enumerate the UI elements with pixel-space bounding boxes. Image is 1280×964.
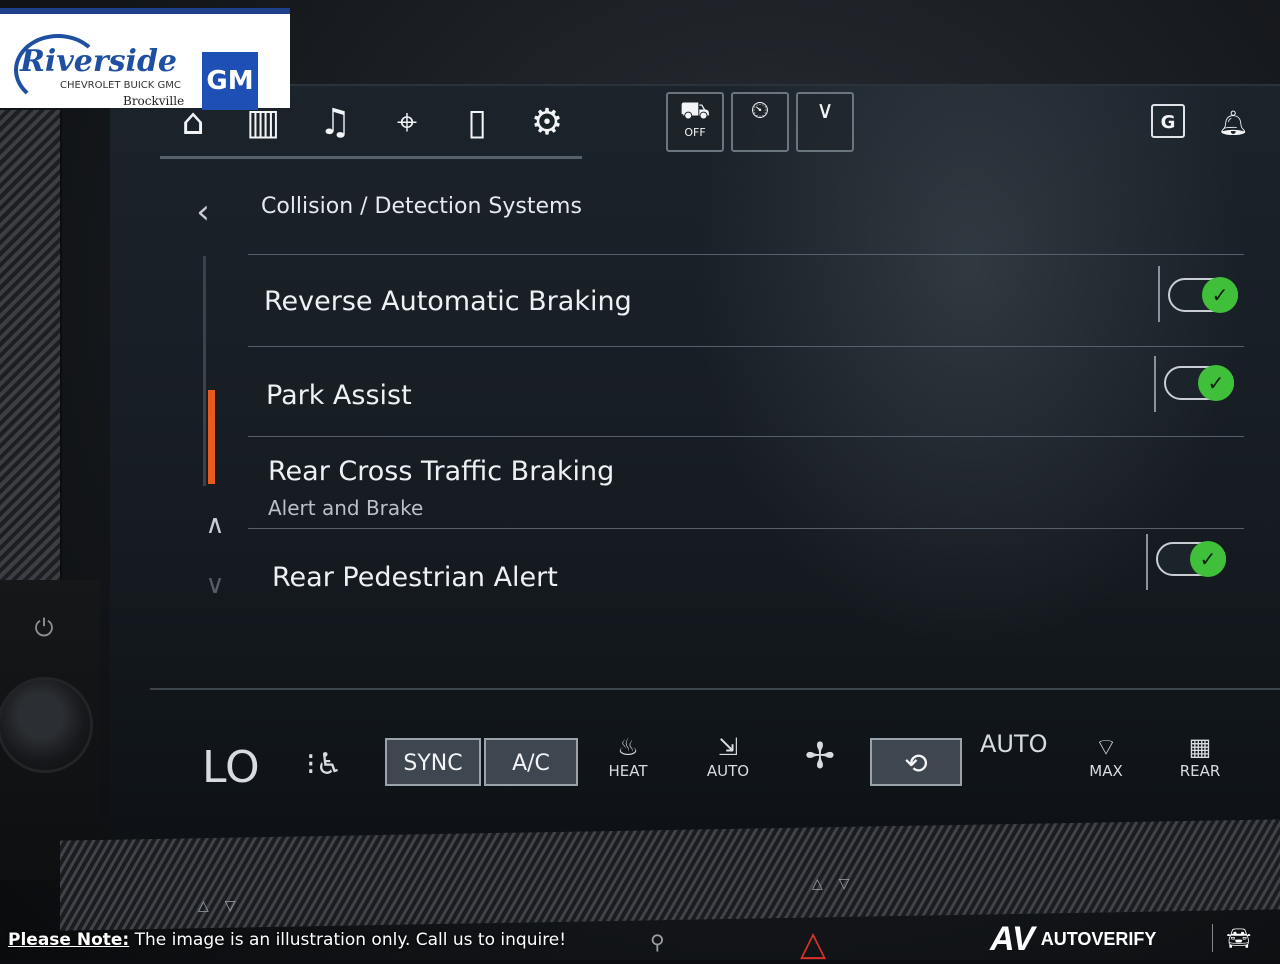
sync-button[interactable]: SYNC (385, 738, 481, 786)
climate-divider (150, 688, 1280, 690)
autoverify-logo: AV AUTOVERIFY (990, 920, 1156, 959)
checkmark-icon: ✓ (1202, 277, 1238, 313)
auto-airflow-icon: ⇲ (717, 733, 739, 761)
max-label: MAX (1089, 762, 1123, 780)
dealer-logo: Riverside CHEVROLET BUICK GMC Brockville… (0, 8, 290, 110)
profile-badge[interactable]: G (1151, 104, 1185, 138)
back-arrow-icon[interactable]: ‹ (186, 190, 220, 234)
traction-off-button[interactable]: ⛟ OFF (666, 92, 724, 152)
vent-arrows-icon[interactable]: △▽ (812, 876, 866, 892)
dealer-brands-line: CHEVROLET BUICK GMC (60, 80, 181, 91)
fan-icon[interactable]: ✢ (784, 732, 856, 790)
dealer-city: Brockville (123, 94, 185, 108)
setting-label: Park Assist (266, 380, 412, 411)
setting-row-rear-cross-traffic-braking[interactable]: Rear Cross Traffic Braking Alert and Bra… (248, 438, 1244, 528)
checkmark-icon: ✓ (1190, 541, 1226, 577)
traction-off-icon: ⛟ (679, 96, 711, 124)
heat-icon: ♨ (617, 733, 639, 761)
dealer-brand: Riverside (20, 44, 178, 79)
climate-auto-button[interactable]: AUTO (980, 730, 1048, 758)
dashboard-trim (0, 110, 62, 590)
disclaimer-note: Please Note: The image is an illustratio… (8, 930, 566, 950)
car-icon: 🚘︎ (1226, 926, 1252, 950)
setting-row-rear-pedestrian-alert[interactable]: Rear Pedestrian Alert (248, 530, 1244, 610)
autoverify-word: AUTOVERIFY (1040, 929, 1157, 949)
setting-label: Rear Pedestrian Alert (272, 562, 558, 593)
hazard-warning-icon[interactable]: △ (800, 924, 826, 964)
rear-defrost-icon: ▦ (1188, 733, 1212, 761)
traction-off-label: OFF (684, 126, 706, 139)
row-divider (248, 254, 1244, 255)
recirculation-icon: ⟲ (904, 747, 928, 780)
scroll-thumb[interactable] (208, 390, 215, 484)
toggle-separator (1146, 534, 1148, 590)
page-title: Collision / Detection Systems (261, 194, 582, 219)
row-divider (248, 436, 1244, 437)
setting-row-park-assist[interactable]: Park Assist (248, 348, 1244, 434)
seat-settings-icon[interactable]: ⁝♿︎ (306, 740, 366, 790)
setting-label: Reverse Automatic Braking (264, 286, 632, 317)
park-assist-toggle[interactable]: ✓ (1164, 365, 1234, 401)
auto-fan-button[interactable]: ⇲ AUTO (692, 732, 764, 790)
setting-row-reverse-automatic-braking[interactable]: Reverse Automatic Braking (248, 256, 1244, 346)
autoverify-mark: AV (990, 920, 1035, 958)
heat-label: HEAT (608, 762, 648, 780)
defrost-icon: ⌔ (1094, 733, 1118, 761)
toggle-separator (1158, 266, 1160, 322)
setting-sublabel: Alert and Brake (268, 496, 424, 520)
auto-fan-label: AUTO (706, 762, 750, 780)
chevron-down-icon: ∨ (816, 96, 834, 124)
seatbelt-icon: ⚲ (650, 930, 665, 954)
vent-arrows-icon[interactable]: △▽ (198, 898, 252, 914)
volume-knob[interactable] (0, 680, 90, 770)
quick-menu-expand-button[interactable]: ∨ (796, 92, 854, 152)
vehicle-history-icon: ⏲ (750, 96, 770, 124)
phone-icon[interactable]: ▯ (452, 98, 502, 148)
setting-label: Rear Cross Traffic Braking (268, 456, 615, 487)
recirculation-button[interactable]: ⟲ (870, 738, 962, 786)
row-divider (248, 528, 1244, 529)
scroll-track[interactable] (203, 256, 206, 486)
music-note-icon[interactable]: ♫ (310, 98, 360, 148)
bell-icon[interactable]: 🔔︎ (1216, 106, 1250, 140)
ac-button[interactable]: A/C (484, 738, 578, 786)
note-text: The image is an illustration only. Call … (129, 930, 567, 950)
footer-separator (1212, 924, 1213, 952)
power-icon[interactable]: ⏻ (30, 614, 58, 642)
rear-pedestrian-alert-toggle[interactable]: ✓ (1156, 541, 1226, 577)
map-pin-icon[interactable]: ⌖ (382, 98, 432, 148)
scroll-up-icon[interactable]: ∧ (198, 510, 232, 540)
rear-label: REAR (1179, 762, 1221, 780)
reverse-automatic-braking-toggle[interactable]: ✓ (1168, 277, 1238, 313)
vehicle-history-button[interactable]: ⏲ (731, 92, 789, 152)
rear-defrost-button[interactable]: ▦ REAR (1164, 732, 1236, 790)
toggle-separator (1154, 356, 1156, 412)
max-defrost-button[interactable]: ⌔ MAX (1070, 732, 1142, 790)
note-key: Please Note: (8, 930, 130, 950)
temperature-readout[interactable]: LO (202, 742, 260, 793)
scroll-down-icon[interactable]: ∨ (198, 570, 232, 600)
settings-toggles-icon[interactable]: ⚙ (522, 98, 572, 148)
row-divider (248, 346, 1244, 347)
checkmark-icon: ✓ (1198, 365, 1234, 401)
gm-badge: GM (202, 52, 258, 110)
heat-button[interactable]: ♨ HEAT (592, 732, 664, 790)
